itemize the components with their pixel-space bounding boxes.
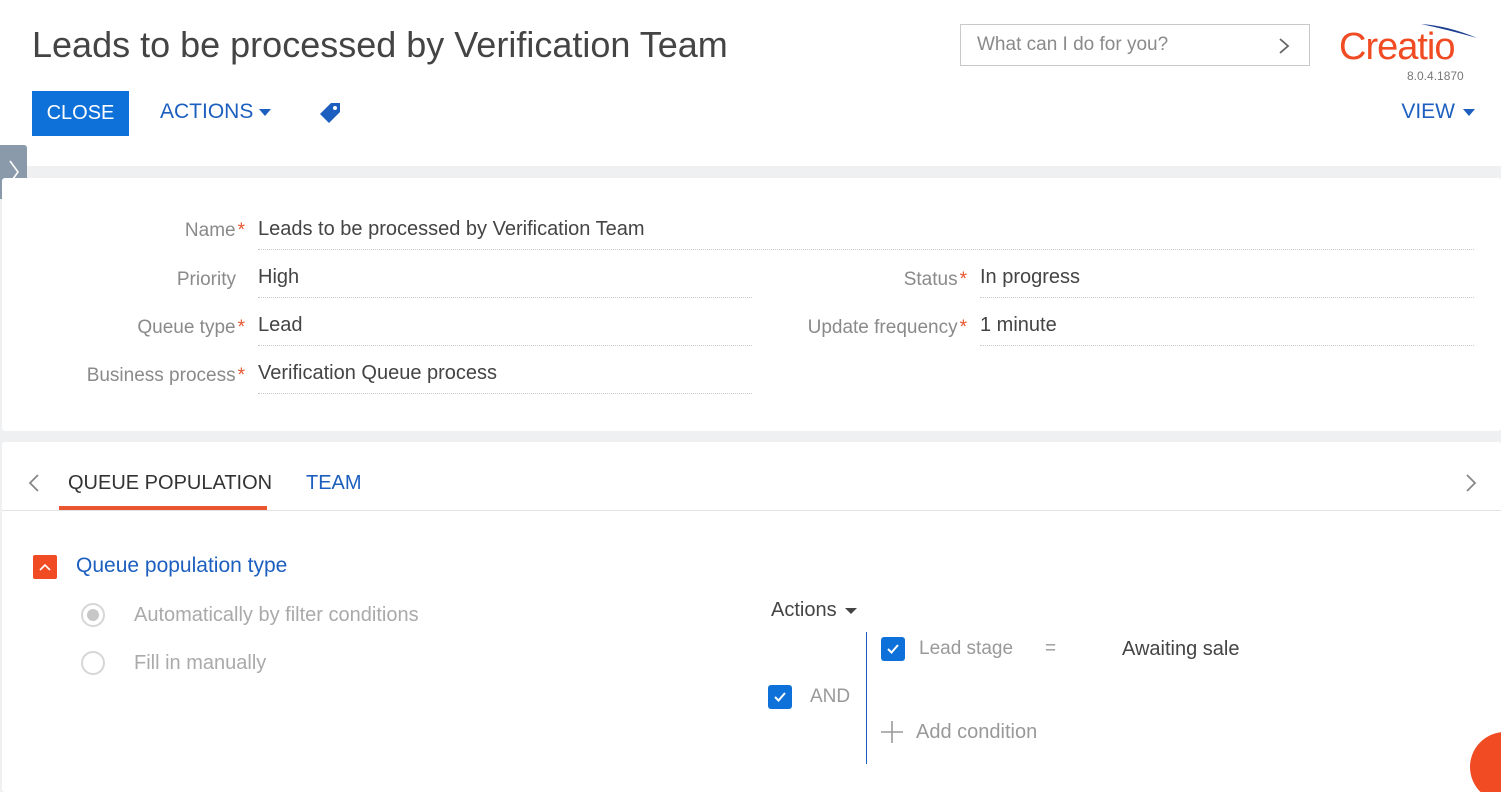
status-field-underline [980,297,1474,298]
radio-label-manual: Fill in manually [134,651,267,674]
status-label-wrap: Status * [762,269,967,317]
group-operator-and[interactable]: AND [810,686,850,708]
tab-queue-population[interactable]: QUEUE POPULATION [68,472,272,495]
business-process-field-underline [258,393,752,394]
caret-down-icon [259,108,272,116]
tab-scroll-right-icon[interactable] [1463,472,1479,494]
radio-button[interactable] [81,651,105,675]
close-button[interactable]: CLOSE [32,91,129,136]
section-title-queue-population-type[interactable]: Queue population type [76,554,287,578]
priority-label-wrap: Priority [2,269,236,317]
business-process-label-wrap: Business process * [2,365,245,413]
priority-field-underline [258,297,752,298]
update-frequency-field-underline [980,345,1474,346]
tab-scroll-left-icon[interactable] [26,472,42,494]
checkmark-icon [774,692,786,702]
status-label: Status * [903,269,967,290]
update-frequency-label-wrap: Update frequency * [762,317,967,365]
name-field[interactable]: Leads to be processed by Verification Te… [258,218,645,241]
page-header: Leads to be processed by Verification Te… [0,0,1501,166]
queue-type-field-underline [258,345,752,346]
view-label: VIEW [1401,100,1455,123]
radio-option-manual[interactable]: Fill in manually [81,649,266,677]
chevron-up-icon [39,563,51,571]
radio-button-selected[interactable] [81,603,105,627]
priority-label: Priority [176,269,236,290]
caret-down-icon [1463,108,1475,116]
view-dropdown-button[interactable]: VIEW [1401,100,1475,124]
logo-swoosh-icon [1421,24,1477,38]
page-title: Leads to be processed by Verification Te… [32,24,728,65]
radio-label-automatic: Automatically by filter conditions [134,603,419,626]
collapse-section-button[interactable] [33,555,57,579]
actions-dropdown-button[interactable]: ACTIONS [160,100,272,124]
priority-field[interactable]: High [258,266,299,289]
command-search-box[interactable] [960,24,1310,66]
condition-operator[interactable]: = [1045,638,1056,660]
tag-icon[interactable] [319,102,341,124]
checkmark-icon [887,644,899,654]
tabs-panel: QUEUE POPULATION TEAM Queue population t… [2,442,1501,792]
queue-type-field[interactable]: Lead [258,314,303,337]
update-frequency-field[interactable]: 1 minute [980,314,1057,337]
queue-type-label-wrap: Queue type * [2,317,245,365]
condition-enabled-checkbox[interactable] [881,637,905,661]
radio-option-automatic[interactable]: Automatically by filter conditions [81,601,419,629]
command-search-input[interactable] [977,34,1267,56]
filter-actions-dropdown[interactable]: Actions [771,599,857,622]
name-field-label-wrap: Name * [2,220,245,268]
add-condition-button[interactable]: Add condition [880,720,1037,744]
name-field-underline [258,249,1474,250]
plus-icon [881,721,903,743]
record-form-panel: Name * Leads to be processed by Verificat… [2,178,1501,431]
status-field[interactable]: In progress [980,266,1080,289]
condition-column[interactable]: Lead stage [919,638,1013,660]
version-label: 8.0.4.1870 [1407,69,1464,83]
add-condition-label: Add condition [916,720,1038,743]
name-label: Name * [184,220,245,241]
queue-type-label: Queue type * [137,317,245,338]
tabs-divider [2,510,1501,511]
caret-down-icon [844,607,857,614]
filter-actions-label: Actions [771,599,837,621]
business-process-field[interactable]: Verification Queue process [258,362,497,385]
update-frequency-label: Update frequency * [807,317,967,338]
actions-label: ACTIONS [160,100,254,123]
condition-value[interactable]: Awaiting sale [1122,638,1239,661]
creatio-logo: Creatio [1339,20,1479,70]
tab-team[interactable]: TEAM [306,472,362,495]
business-process-label: Business process * [86,365,245,386]
filter-group-bracket [866,632,867,764]
chevron-right-icon[interactable] [1277,37,1291,55]
group-enabled-checkbox[interactable] [768,685,792,709]
